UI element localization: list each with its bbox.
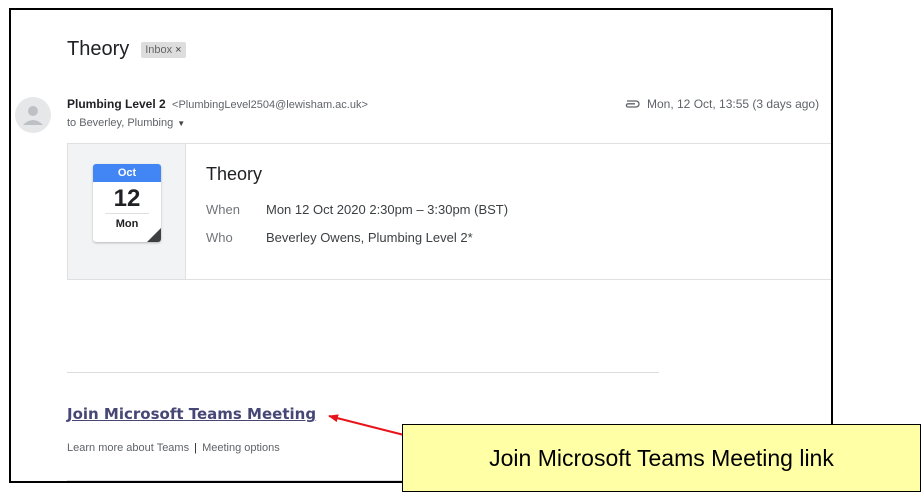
paperclip-icon	[623, 99, 641, 109]
event-when-row: When Mon 12 Oct 2020 2:30pm – 3:30pm (BS…	[206, 202, 508, 217]
email-view: Theory Inbox × Plumbing Level 2 <Plumbin…	[9, 8, 833, 483]
sender-name[interactable]: Plumbing Level 2	[67, 97, 166, 111]
annotation-callout: Join Microsoft Teams Meeting link	[402, 424, 921, 492]
calendar-page-fold	[147, 228, 161, 242]
calendar-icon: Oct 12 Mon	[93, 164, 161, 242]
email-date: Mon, 12 Oct, 13:55 (3 days ago)	[647, 97, 820, 111]
recipients-details-caret-icon[interactable]: ▼	[177, 119, 185, 128]
event-title[interactable]: Theory	[206, 164, 262, 185]
who-label: Who	[206, 230, 233, 245]
sender-email: <PlumbingLevel2504@lewisham.ac.uk>	[172, 99, 368, 111]
meeting-options-link[interactable]: Meeting options	[202, 442, 280, 454]
join-teams-meeting-link[interactable]: Join Microsoft Teams Meeting	[67, 405, 316, 423]
inbox-label-chip[interactable]: Inbox ×	[141, 41, 186, 58]
sender-avatar[interactable]	[15, 97, 51, 133]
remove-label-icon[interactable]: ×	[175, 44, 181, 56]
recipients-text: to Beverley, Plumbing	[67, 117, 174, 129]
inbox-label-text: Inbox	[145, 43, 173, 56]
email-date-area: Mon, 12 Oct, 13:55 (3 days ago)	[623, 97, 819, 111]
sender-line: Plumbing Level 2 <PlumbingLevel2504@lewi…	[67, 97, 368, 111]
person-icon	[23, 106, 43, 125]
body-divider	[67, 372, 659, 373]
calendar-day: 12	[113, 185, 141, 212]
invite-card-date-panel: Oct 12 Mon	[68, 144, 186, 279]
learn-more-teams-link[interactable]: Learn more about Teams	[67, 442, 189, 454]
recipients-line: to Beverley, Plumbing ▼	[67, 117, 185, 129]
when-value: Mon 12 Oct 2020 2:30pm – 3:30pm (BST)	[266, 202, 509, 217]
teams-footer-links: Learn more about Teams | Meeting options	[67, 442, 280, 454]
subject-row: Theory Inbox ×	[67, 38, 186, 61]
event-who-row: Who Beverley Owens, Plumbing Level 2*	[206, 230, 473, 245]
who-value: Beverley Owens, Plumbing Level 2*	[266, 230, 473, 245]
footer-separator: |	[194, 442, 198, 454]
when-label: When	[206, 202, 240, 217]
email-subject: Theory	[67, 38, 130, 60]
calendar-month: Oct	[93, 164, 161, 182]
calendar-invite-card: Oct 12 Mon Theory When Mon 12 Oct 2020 2…	[67, 143, 831, 280]
footer-divider	[67, 480, 447, 481]
callout-text: Join Microsoft Teams Meeting link	[489, 444, 834, 471]
